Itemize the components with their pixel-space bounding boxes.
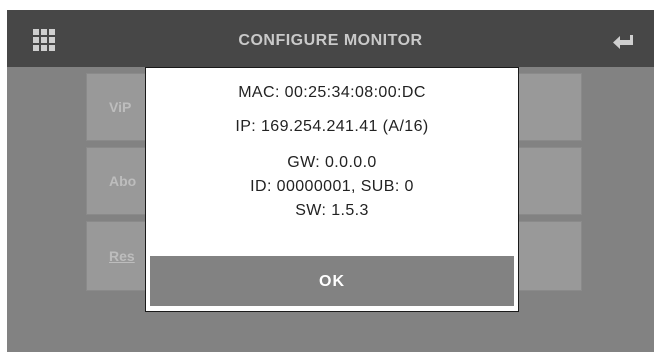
device-screen: CONFIGURE MONITOR ViP Abo Res MAC: 00:25… (7, 10, 654, 352)
return-arrow-icon[interactable] (612, 34, 634, 50)
ok-button[interactable]: OK (150, 256, 514, 306)
menu-item-label: Abo (109, 173, 137, 189)
ip-address: IP: 169.254.241.41 (A/16) (235, 118, 429, 135)
page-title: CONFIGURE MONITOR (238, 32, 423, 49)
menu-item-right-1[interactable] (512, 73, 582, 141)
mac-address: MAC: 00:25:34:08:00:DC (238, 84, 426, 101)
device-id: ID: 00000001, SUB: 0 (250, 178, 414, 195)
gateway: GW: 0.0.0.0 (287, 154, 377, 171)
menu-item-label: Res (109, 248, 135, 264)
info-dialog: MAC: 00:25:34:08:00:DC IP: 169.254.241.4… (145, 67, 519, 312)
menu-item-right-3[interactable] (512, 221, 582, 291)
menu-item-right-2[interactable] (512, 147, 582, 215)
header-bar: CONFIGURE MONITOR (7, 10, 654, 67)
menu-item-label: ViP (109, 99, 132, 115)
software-version: SW: 1.5.3 (295, 202, 369, 219)
